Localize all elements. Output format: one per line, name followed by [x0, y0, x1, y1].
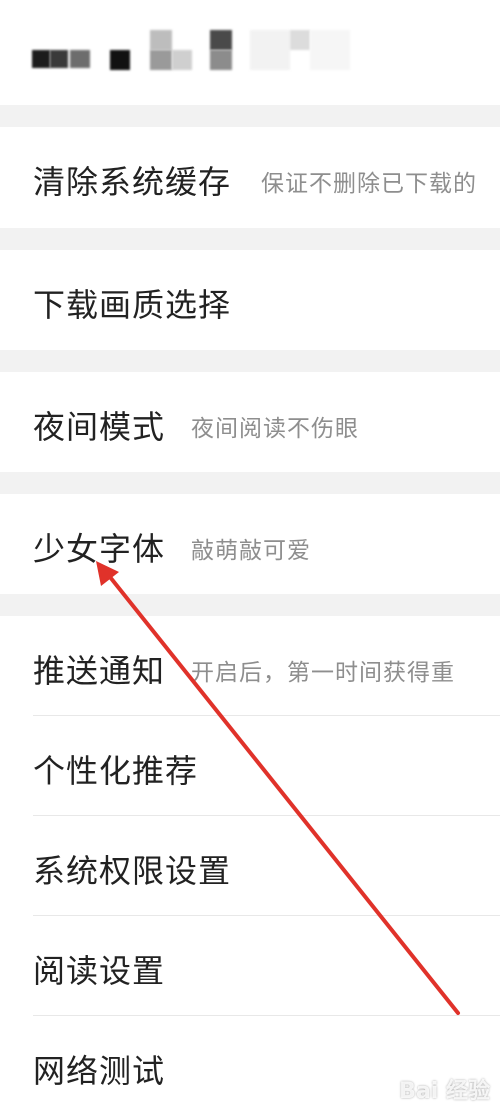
- setting-row-download-quality[interactable]: 下载画质选择: [0, 250, 500, 350]
- setting-row-girl-font[interactable]: 少女字体 敲萌敲可爱: [0, 494, 500, 594]
- system-permissions-title: 系统权限设置: [33, 852, 232, 890]
- night-mode-subtitle: 夜间阅读不伤眼: [191, 416, 359, 442]
- pixelated-block: [290, 30, 310, 50]
- section-gap: [0, 228, 500, 250]
- pixelated-block: [110, 50, 130, 70]
- personalized-recommendation-title: 个性化推荐: [33, 752, 199, 790]
- section-gap: [0, 105, 500, 127]
- clear-cache-title: 清除系统缓存: [33, 163, 232, 201]
- push-notification-title: 推送通知: [33, 652, 166, 690]
- night-mode-title: 夜间模式: [33, 408, 166, 446]
- girl-font-subtitle: 敲萌敲可爱: [191, 538, 311, 564]
- pixelated-block: [50, 50, 68, 68]
- blurred-header: [0, 0, 500, 105]
- pixelated-block: [210, 30, 232, 50]
- girl-font-title: 少女字体: [33, 530, 166, 568]
- download-quality-title: 下载画质选择: [33, 286, 232, 324]
- setting-row-system-permissions[interactable]: 系统权限设置: [0, 816, 500, 916]
- reading-settings-title: 阅读设置: [33, 952, 166, 990]
- pixelated-block: [210, 50, 232, 70]
- setting-row-reading-settings[interactable]: 阅读设置: [0, 916, 500, 1016]
- pixelated-block: [150, 30, 172, 50]
- network-test-title: 网络测试: [33, 1052, 166, 1090]
- baidu-watermark: Bai 经验: [399, 1079, 490, 1104]
- setting-row-push-notification[interactable]: 推送通知 开启后，第一时间获得重: [0, 616, 500, 716]
- push-notification-subtitle: 开启后，第一时间获得重: [191, 660, 455, 686]
- setting-row-clear-cache[interactable]: 清除系统缓存 保证不删除已下载的: [0, 127, 500, 228]
- setting-row-personalized-recommendation[interactable]: 个性化推荐: [0, 716, 500, 816]
- section-gap: [0, 350, 500, 372]
- setting-row-night-mode[interactable]: 夜间模式 夜间阅读不伤眼: [0, 372, 500, 472]
- pixelated-block: [70, 50, 90, 68]
- pixelated-block: [150, 50, 172, 70]
- clear-cache-subtitle: 保证不删除已下载的: [261, 171, 477, 197]
- pixelated-block: [310, 30, 350, 70]
- pixelated-block: [32, 50, 50, 68]
- pixelated-block: [172, 50, 192, 70]
- pixelated-block: [250, 30, 290, 70]
- section-gap: [0, 594, 500, 616]
- section-gap: [0, 472, 500, 494]
